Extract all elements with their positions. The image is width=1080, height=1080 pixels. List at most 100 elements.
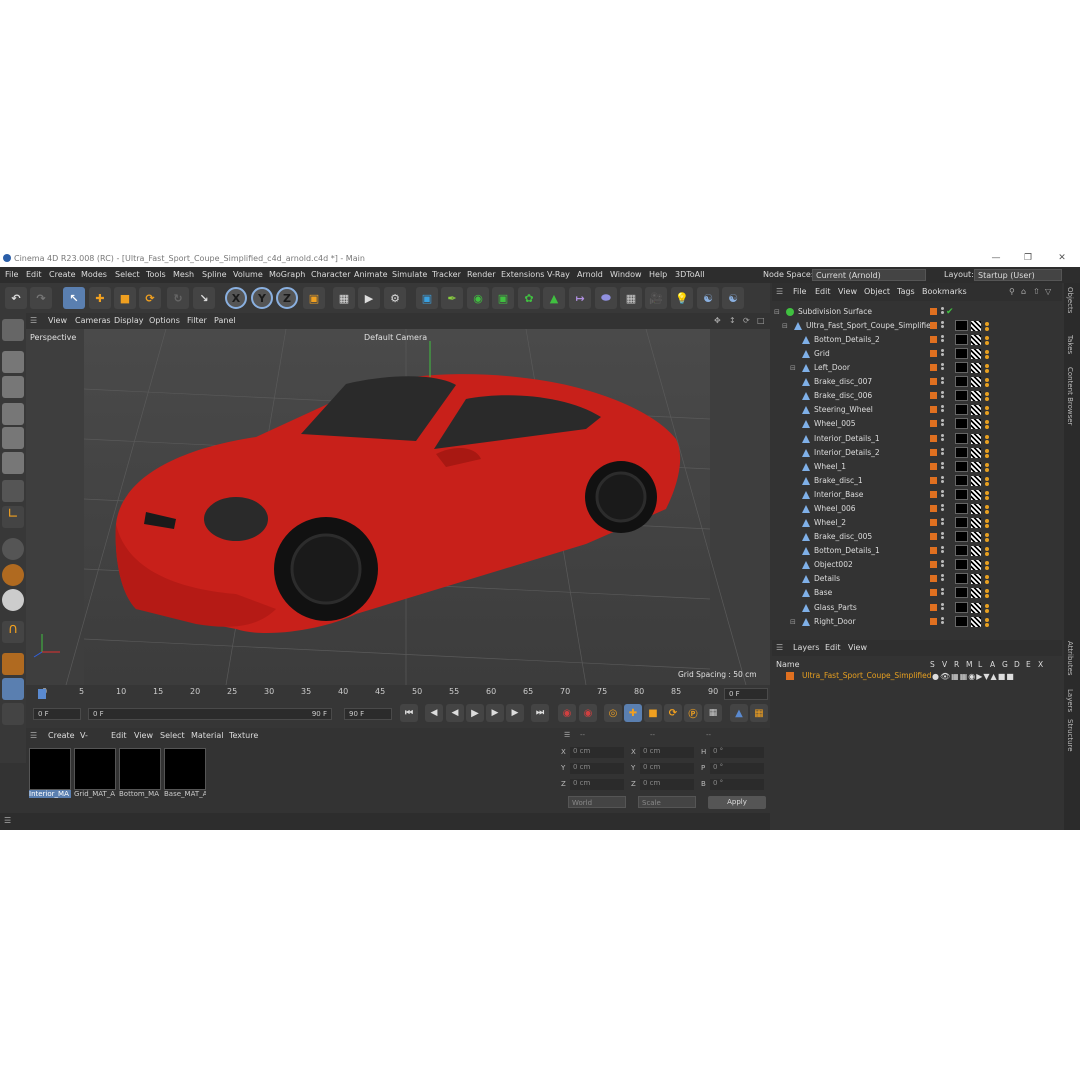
object-row[interactable]: Grid bbox=[772, 347, 1062, 361]
coord-value-field[interactable]: 0 ° bbox=[710, 763, 764, 774]
texture-tag-icon[interactable] bbox=[971, 560, 981, 571]
arnold-tag-icon[interactable] bbox=[985, 504, 989, 509]
coord-scale-select[interactable]: Scale bbox=[638, 796, 696, 808]
material-tag-icon[interactable] bbox=[955, 559, 968, 571]
arnold-tag-icon[interactable] bbox=[985, 533, 989, 538]
arnold-tag-icon[interactable] bbox=[985, 538, 989, 543]
x-axis-button[interactable]: X bbox=[225, 287, 247, 309]
expand-toggle-icon[interactable]: ⊟ bbox=[782, 319, 788, 333]
menu-tools[interactable]: Tools bbox=[146, 267, 166, 283]
render-view-icon[interactable]: ▶ bbox=[358, 287, 380, 309]
menu-3dtoall[interactable]: 3DToAll bbox=[675, 267, 705, 283]
uv-mode-icon[interactable] bbox=[2, 480, 24, 502]
visibility-dots-icon[interactable] bbox=[941, 489, 944, 499]
move-tool-icon[interactable]: ✚ bbox=[89, 287, 111, 309]
layer-column-header[interactable]: R bbox=[954, 660, 959, 669]
layer-color-icon[interactable] bbox=[930, 448, 937, 456]
arnold-tag-icon[interactable] bbox=[985, 383, 989, 388]
go-to-start-icon[interactable]: ⏮ bbox=[400, 704, 418, 722]
arnold-tag-icon[interactable] bbox=[985, 453, 989, 458]
viewport-menu-panel[interactable]: Panel bbox=[214, 313, 236, 329]
arnold-tag-icon[interactable] bbox=[985, 603, 989, 608]
current-frame-field[interactable]: 0 F bbox=[724, 688, 768, 700]
visibility-dots-icon[interactable] bbox=[941, 532, 944, 541]
material-menu-edit[interactable]: Edit bbox=[111, 728, 127, 744]
y-axis-button[interactable]: Y bbox=[251, 287, 273, 309]
cube-icon[interactable]: ▣ bbox=[416, 287, 438, 309]
coord-value-field[interactable]: 0 cm bbox=[640, 763, 694, 774]
visibility-dots-icon[interactable] bbox=[941, 560, 944, 569]
mograph-icon[interactable]: ✿ bbox=[518, 287, 540, 309]
expand-toggle-icon[interactable]: ⊟ bbox=[774, 305, 780, 319]
menu-mesh[interactable]: Mesh bbox=[173, 267, 194, 283]
arnold-tag-icon[interactable] bbox=[985, 392, 989, 397]
visibility-dots-icon[interactable] bbox=[941, 546, 944, 555]
menu-animate[interactable]: Animate bbox=[354, 267, 388, 283]
material-menu-texture[interactable]: Texture bbox=[229, 728, 258, 744]
layer-name[interactable]: Ultra_Fast_Sport_Coupe_Simplified bbox=[802, 671, 932, 680]
visibility-dots-icon[interactable] bbox=[941, 335, 944, 344]
layer-column-header[interactable]: V bbox=[942, 660, 947, 669]
layout-select[interactable]: Startup (User) bbox=[974, 269, 1062, 281]
maximize-icon[interactable]: ❐ bbox=[1014, 250, 1042, 267]
layer-color-icon[interactable] bbox=[930, 434, 937, 442]
texture-tag-icon[interactable] bbox=[971, 532, 981, 543]
material-tag-icon[interactable] bbox=[955, 334, 968, 345]
menu-tracker[interactable]: Tracker bbox=[432, 267, 461, 283]
side-tab-attributes[interactable]: Attributes bbox=[1066, 641, 1074, 676]
object-row[interactable]: ⊟ Left_Door bbox=[772, 361, 1062, 375]
viewport-move-icon[interactable]: ✥ bbox=[714, 313, 721, 329]
menu-select[interactable]: Select bbox=[115, 267, 140, 283]
object-menu-bookmarks[interactable]: Bookmarks bbox=[922, 283, 967, 301]
layer-column-header[interactable]: G bbox=[1002, 660, 1008, 669]
z-axis-button[interactable]: Z bbox=[276, 287, 298, 309]
viewport-menu-icon[interactable]: ☰ bbox=[30, 313, 37, 329]
key-pla-icon[interactable]: ▦ bbox=[704, 704, 722, 722]
object-name[interactable]: Bottom_Details_1 bbox=[814, 544, 880, 558]
workplane-icon[interactable] bbox=[2, 653, 24, 675]
extrude-icon[interactable]: ▣ bbox=[492, 287, 514, 309]
start-frame-field[interactable]: 0 F bbox=[33, 708, 81, 720]
layer-menu-edit[interactable]: Edit bbox=[825, 640, 841, 656]
arnold-tag-icon[interactable] bbox=[985, 462, 989, 467]
material-tag-icon[interactable] bbox=[955, 573, 968, 585]
status-menu-icon[interactable]: ☰ bbox=[4, 816, 11, 825]
texture-tag-icon[interactable] bbox=[971, 616, 981, 627]
visibility-dots-icon[interactable] bbox=[941, 475, 944, 485]
object-name[interactable]: Wheel_1 bbox=[814, 460, 846, 474]
animation-settings-icon[interactable]: ▲ bbox=[730, 704, 748, 722]
playhead[interactable] bbox=[38, 689, 46, 699]
arnold-tag-icon[interactable] bbox=[985, 594, 989, 599]
layer-color-icon[interactable] bbox=[930, 462, 937, 470]
arnold-tag-icon[interactable] bbox=[985, 476, 989, 481]
layer-color-icon[interactable] bbox=[930, 392, 937, 400]
arnold-tag-icon[interactable] bbox=[985, 439, 989, 444]
object-name[interactable]: Ultra_Fast_Sport_Coupe_Simplified bbox=[806, 319, 936, 333]
object-up-icon[interactable]: ⇧ bbox=[1033, 283, 1040, 301]
recent-tools-icon[interactable]: ↻ bbox=[167, 287, 189, 309]
record-keys-icon[interactable]: ◉ bbox=[558, 704, 576, 722]
material-swatch-interior[interactable] bbox=[29, 748, 71, 790]
layer-menu-view[interactable]: View bbox=[848, 640, 867, 656]
material-tag-icon[interactable] bbox=[955, 488, 968, 500]
arnold-tag-icon[interactable] bbox=[985, 490, 989, 495]
axis-mode-icon[interactable]: ∟ bbox=[2, 506, 24, 528]
arnold-tag-icon[interactable] bbox=[985, 327, 989, 331]
layer-color-icon[interactable] bbox=[930, 490, 937, 498]
texture-tag-icon[interactable] bbox=[971, 574, 981, 585]
arnold-tag-icon[interactable] bbox=[985, 519, 989, 524]
layer-color-icon[interactable] bbox=[930, 589, 937, 597]
points-mode-icon[interactable] bbox=[2, 403, 24, 425]
arnold-tag-icon[interactable] bbox=[985, 322, 989, 326]
texture-tag-icon[interactable] bbox=[971, 349, 981, 360]
arnold-tag-icon[interactable] bbox=[985, 495, 989, 500]
menu-volume[interactable]: Volume bbox=[233, 267, 263, 283]
visibility-dots-icon[interactable] bbox=[941, 405, 944, 414]
menu-file[interactable]: File bbox=[5, 267, 18, 283]
viewport-perspective[interactable]: Perspective Default Camera Grid Spacing … bbox=[26, 329, 770, 685]
object-menu-tags[interactable]: Tags bbox=[897, 283, 915, 301]
visibility-dots-icon[interactable] bbox=[941, 349, 944, 358]
object-name[interactable]: Interior_Details_2 bbox=[814, 446, 880, 460]
viewport-camera[interactable]: Default Camera bbox=[364, 333, 427, 342]
make-editable-icon[interactable] bbox=[2, 319, 24, 341]
